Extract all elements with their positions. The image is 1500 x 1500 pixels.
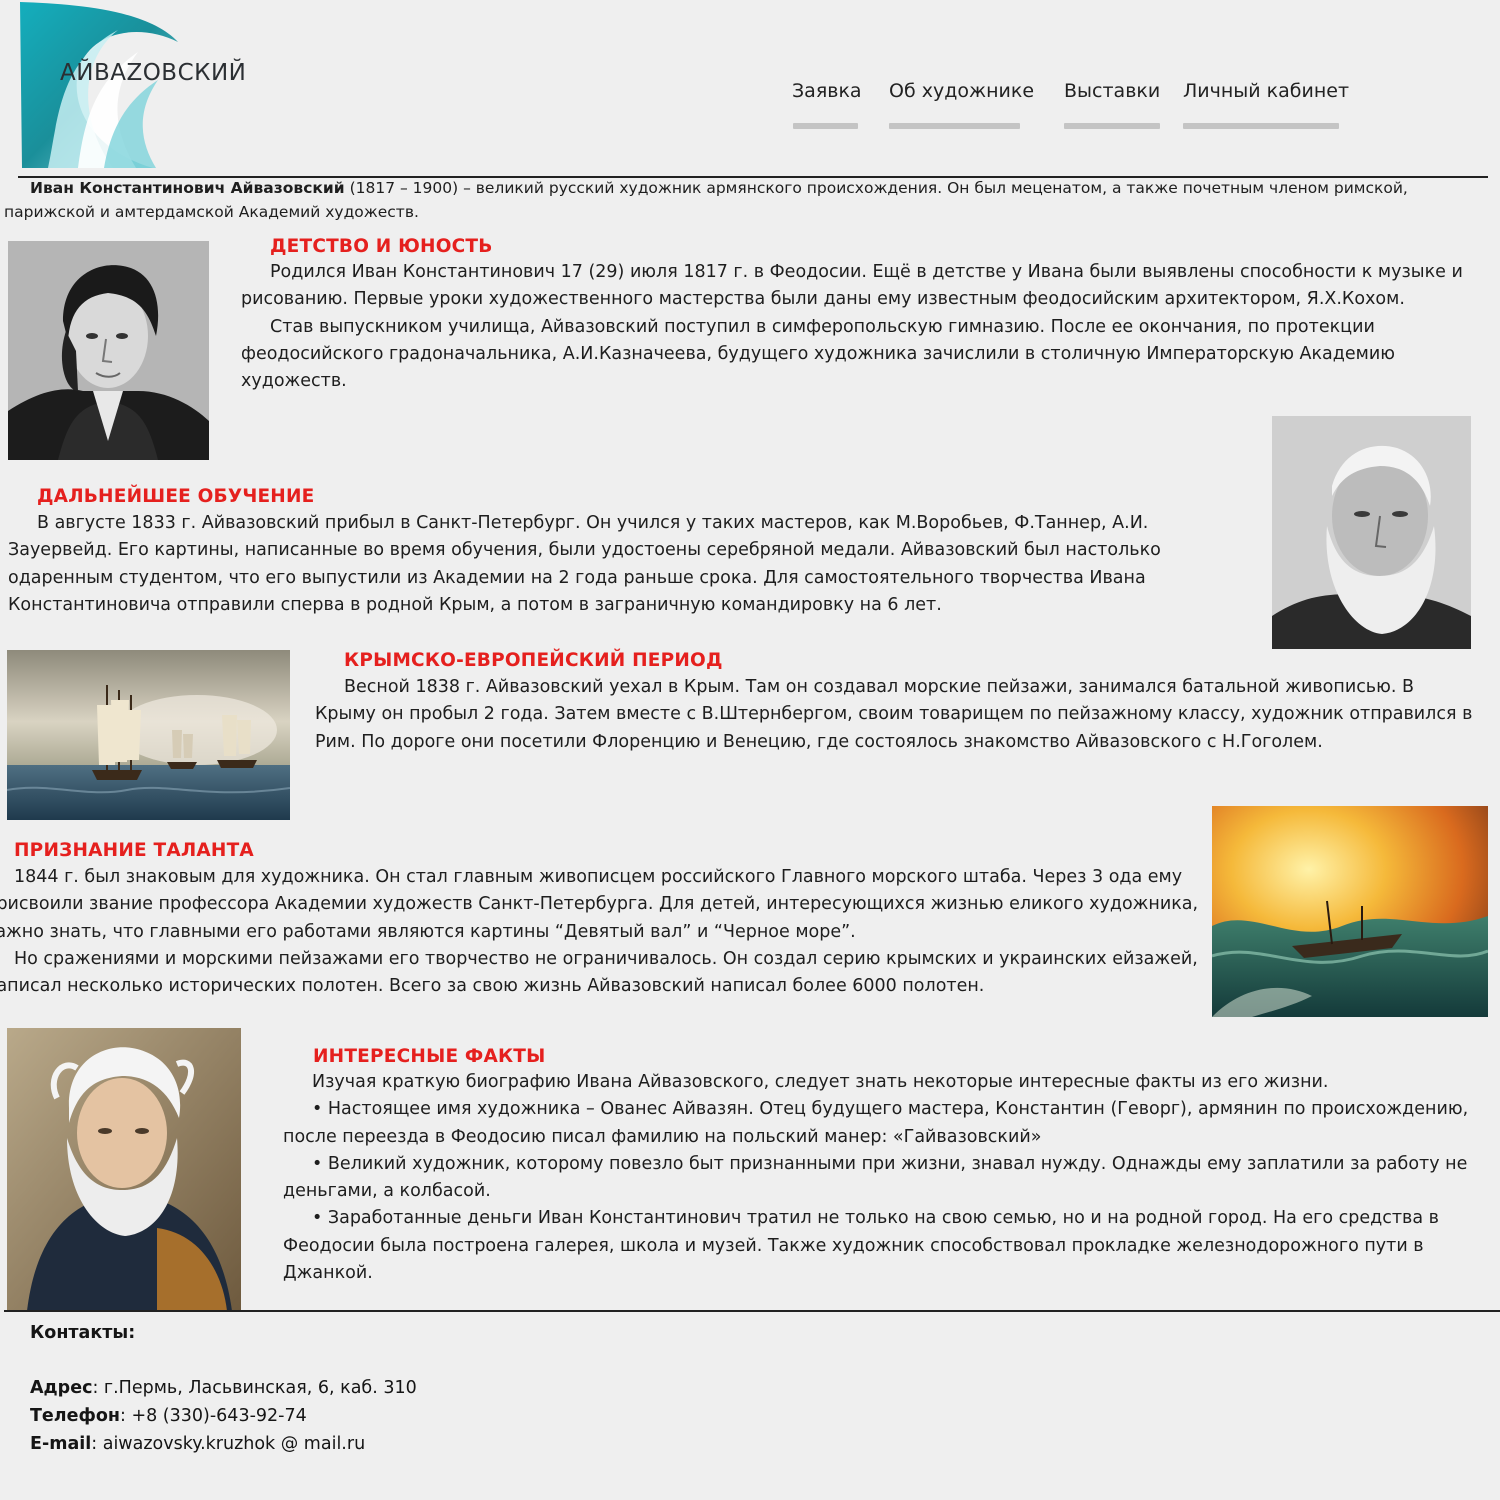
contacts-phone: Телефон: +8 (330)-643-92-74 bbox=[30, 1406, 307, 1426]
phone-value[interactable]: : +8 (330)-643-92-74 bbox=[120, 1406, 307, 1426]
paragraph: Но сражениями и морскими пейзажами его т… bbox=[0, 948, 1198, 997]
contacts-email: E-mail: aiwazovsky.kruzhok @ mail.ru bbox=[30, 1434, 365, 1454]
email-label: E-mail bbox=[30, 1434, 92, 1454]
address-label: Адрес bbox=[30, 1378, 93, 1398]
fact-item: • Заработанные деньги Иван Константинови… bbox=[283, 1208, 1439, 1284]
logo-text: АЙВАZОВСКИЙ bbox=[60, 60, 247, 86]
section-title-education: ДАЛЬНЕЙШЕЕ ОБУЧЕНИЕ bbox=[37, 486, 315, 507]
paragraph: Став выпускником училища, Айвазовский по… bbox=[241, 316, 1395, 392]
intro-text: Иван Константинович Айвазовский (1817 – … bbox=[4, 176, 1489, 224]
section-title-crimea-europe: КРЫМСКО-ЕВРОПЕЙСКИЙ ПЕРИОД bbox=[344, 650, 723, 671]
footer-divider bbox=[4, 1310, 1500, 1312]
section-text-crimea-europe: Весной 1838 г. Айвазовский уехал в Крым.… bbox=[315, 674, 1480, 756]
portrait-elder-image bbox=[7, 1028, 241, 1311]
paragraph: В августе 1833 г. Айвазовский прибыл в С… bbox=[8, 513, 1161, 615]
paragraph: Весной 1838 г. Айвазовский уехал в Крым.… bbox=[315, 677, 1473, 752]
paragraph: Изучая краткую биографию Ивана Айвазовск… bbox=[312, 1072, 1329, 1092]
contacts-title: Контакты: bbox=[30, 1323, 135, 1343]
portrait-young-image bbox=[8, 241, 209, 460]
section-title-facts: ИНТЕРЕСНЫЕ ФАКТЫ bbox=[313, 1046, 546, 1067]
painting-storm-image bbox=[1212, 806, 1488, 1017]
nav-item-account[interactable]: Личный кабинет bbox=[1183, 80, 1349, 102]
contacts-address: Адрес: г.Пермь, Ласьвинская, 6, каб. 310 bbox=[30, 1378, 417, 1398]
nav-underline-account bbox=[1183, 123, 1339, 129]
section-text-childhood: Родился Иван Константинович 17 (29) июля… bbox=[241, 259, 1486, 395]
fact-item: • Великий художник, которому повезло быт… bbox=[283, 1153, 1468, 1202]
intro-name: Иван Константинович Айвазовский bbox=[30, 179, 345, 197]
nav-item-zayavka[interactable]: Заявка bbox=[792, 80, 862, 102]
section-text-facts: Изучая краткую биографию Ивана Айвазовск… bbox=[283, 1069, 1483, 1287]
nav-item-about-artist[interactable]: Об художнике bbox=[889, 80, 1034, 102]
section-text-recognition: 1844 г. был знаковым для художника. Он с… bbox=[0, 864, 1207, 1000]
nav-underline-about-artist bbox=[889, 123, 1020, 129]
nav-underline-exhibitions bbox=[1064, 123, 1160, 129]
nav-item-exhibitions[interactable]: Выставки bbox=[1064, 80, 1160, 102]
section-title-childhood: ДЕТСТВО И ЮНОСТЬ bbox=[270, 236, 493, 257]
fact-item: • Настоящее имя художника – Ованес Айваз… bbox=[283, 1099, 1469, 1147]
phone-label: Телефон bbox=[30, 1406, 120, 1426]
paragraph: Родился Иван Константинович 17 (29) июля… bbox=[241, 262, 1463, 310]
section-title-recognition: ПРИЗНАНИЕ ТАЛАНТА bbox=[14, 840, 254, 861]
paragraph: 1844 г. был знаковым для художника. Он с… bbox=[0, 867, 1199, 942]
nav-underline-zayavka bbox=[793, 123, 858, 129]
contacts-title-text: Контакты: bbox=[30, 1323, 136, 1343]
address-value: : г.Пермь, Ласьвинская, 6, каб. 310 bbox=[92, 1378, 417, 1398]
portrait-old-image bbox=[1272, 416, 1471, 649]
section-text-education: В августе 1833 г. Айвазовский прибыл в С… bbox=[8, 510, 1223, 619]
painting-ships-image bbox=[7, 650, 290, 820]
site-logo[interactable]: АЙВАZОВСКИЙ bbox=[18, 2, 258, 168]
email-value[interactable]: : aiwazovsky.kruzhok @ mail.ru bbox=[91, 1434, 365, 1454]
